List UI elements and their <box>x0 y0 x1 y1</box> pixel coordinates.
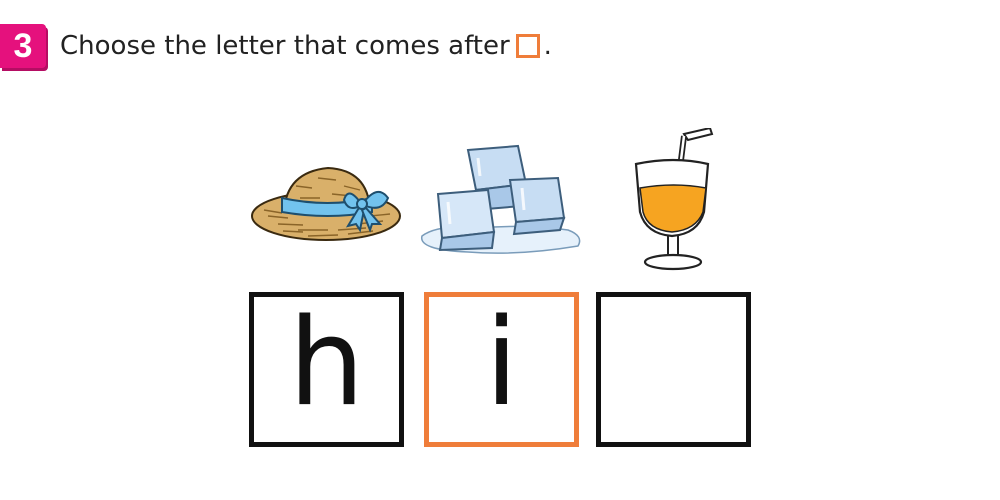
letter-box-1-letter: h <box>288 293 365 433</box>
answer-box[interactable] <box>596 292 751 447</box>
letter-box-2: i <box>424 292 579 447</box>
juice-glass-icon <box>634 128 714 271</box>
ice-cubes-icon <box>421 144 581 254</box>
letter-box-2-letter: i <box>484 293 519 433</box>
letter-box-1: h <box>249 292 404 447</box>
straw-hat-icon <box>251 166 401 241</box>
